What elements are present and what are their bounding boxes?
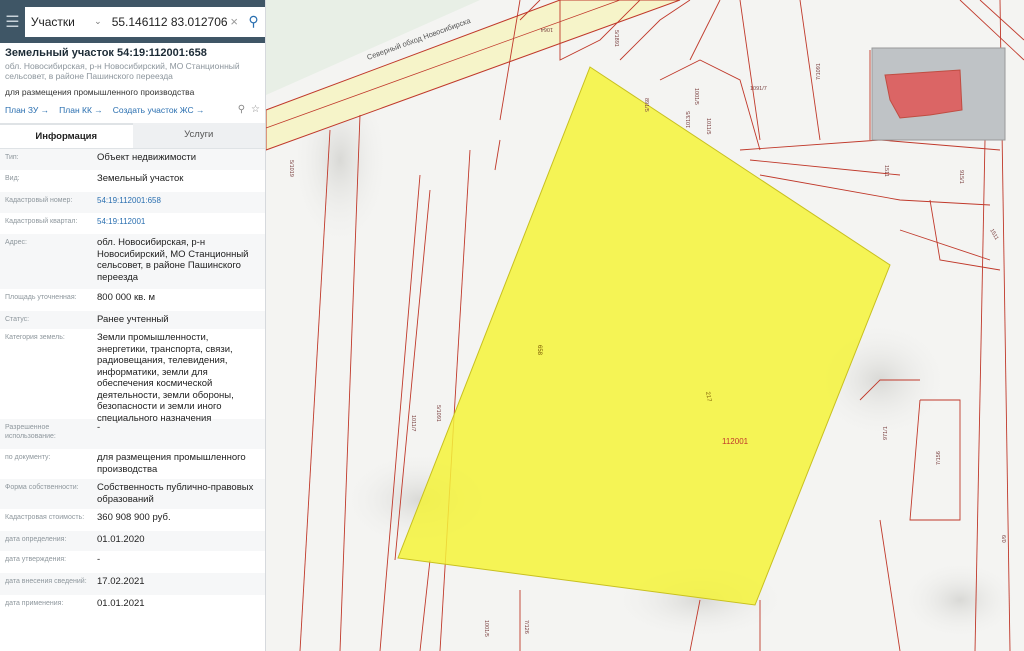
map-label: 7/156: [936, 451, 942, 465]
parcel-purpose: для размещения промышленного производств…: [5, 87, 195, 97]
map-label: 7/126: [523, 620, 529, 634]
info-row: Статус: Ранее учтенный: [0, 311, 265, 329]
info-row: дата применения: 01.01.2021: [0, 595, 265, 617]
info-row: Кадастровый номер: 54:19:112001:658: [0, 192, 265, 213]
info-value: -: [97, 554, 101, 565]
search-bar: ☰ Участки ⌄ 55.146112 83.012706 × ⚲: [0, 0, 265, 43]
info-value: обл. Новосибирская, р-н Новосибирский, М…: [97, 237, 249, 283]
parcel-title: Земельный участок 54:19:112001:658: [5, 47, 207, 59]
map-label: 5/1019: [288, 160, 294, 177]
info-row: Площадь уточненная: 800 000 кв. м: [0, 289, 265, 311]
chevron-down-icon: ⌄: [94, 16, 102, 26]
create-parcel-link[interactable]: Создать участок ЖС →: [113, 105, 205, 115]
info-key: дата утверждения:: [5, 556, 67, 563]
info-row: Тип: Объект недвижимости: [0, 149, 265, 170]
info-value: Земли промышленности, энергетики, трансп…: [97, 332, 234, 424]
map-label: 1511: [883, 165, 889, 177]
info-value: Собственность публично-правовых образова…: [97, 482, 254, 505]
info-key: Разрешенное использование:: [5, 424, 56, 440]
info-row: дата определения: 01.01.2020: [0, 531, 265, 551]
info-row: дата внесения сведений: 17.02.2021: [0, 573, 265, 595]
info-row: Разрешенное использование: -: [0, 419, 265, 449]
cadastral-quarter-link[interactable]: 54:19:112001: [93, 213, 265, 234]
cadastral-number-link[interactable]: 54:19:112001:658: [93, 192, 265, 213]
info-value: 01.01.2021: [97, 598, 145, 609]
parcel-links: План ЗУ → План КК → Создать участок ЖС →…: [0, 97, 265, 115]
info-row: Вид: Земельный участок: [0, 170, 265, 192]
info-value: для размещения промышленного производств…: [97, 452, 246, 475]
map-label: 1013/5: [686, 111, 692, 128]
info-value: Объект недвижимости: [97, 152, 197, 163]
map-label: 971/1: [883, 426, 889, 440]
tab-information[interactable]: Информация: [0, 123, 133, 148]
tabs: Информация Услуги: [0, 123, 265, 149]
category-select[interactable]: Участки ⌄: [24, 6, 108, 37]
info-row: дата утверждения: -: [0, 551, 265, 573]
tab-services[interactable]: Услуги: [132, 123, 265, 148]
zoom-to-icon[interactable]: ⚲: [238, 104, 245, 115]
info-row: Кадастровый квартал: 54:19:112001: [0, 213, 265, 234]
map-label: 1001/5: [693, 88, 699, 105]
search-icon[interactable]: ⚲: [242, 6, 265, 37]
info-row: Форма собственности: Собственность публич…: [0, 479, 265, 509]
quarter-label: 112001: [722, 437, 749, 446]
map-label: 1011/7: [410, 415, 416, 431]
map-label: 915/1: [958, 170, 964, 184]
info-value: Земельный участок: [97, 173, 184, 184]
parcel-tools: ⚲ ☆: [238, 104, 260, 115]
info-key: Статус:: [5, 316, 30, 323]
info-key: Форма собственности:: [5, 484, 79, 491]
info-key: Кадастровая стоимость:: [5, 514, 85, 521]
map-label: 6/0: [1000, 535, 1006, 543]
collapse-panel-button[interactable]: ‹: [265, 0, 266, 43]
info-value: Ранее учтенный: [97, 314, 169, 325]
info-key: по документу:: [5, 454, 51, 461]
info-row: Адрес: обл. Новосибирская, р-н Новосибирс…: [0, 234, 265, 289]
info-key: дата определения:: [5, 536, 67, 543]
red-area: [884, 69, 963, 119]
info-key: дата внесения сведений:: [5, 578, 87, 585]
info-key: Тип:: [5, 154, 19, 161]
info-sidebar: ☰ Участки ⌄ 55.146112 83.012706 × ⚲ ‹ Зе…: [0, 0, 266, 651]
info-value: 800 000 кв. м: [97, 292, 155, 303]
info-row: Категория земель: Земли промышленности, э…: [0, 329, 265, 424]
info-key: Вид:: [5, 175, 20, 182]
parcel-label-658: 658: [536, 345, 542, 356]
plan-zu-link[interactable]: План ЗУ →: [5, 105, 49, 115]
info-value: 360 908 900 руб.: [97, 512, 171, 523]
map-label: 1064: [541, 26, 553, 32]
info-row: Кадастровая стоимость: 360 908 900 руб.: [0, 509, 265, 531]
info-key: Кадастровый номер:: [5, 197, 73, 204]
info-value: 01.01.2020: [97, 534, 145, 545]
map-label: 891/5: [643, 98, 649, 112]
info-value: -: [97, 422, 101, 433]
search-input-value: 55.146112 83.012706: [111, 14, 228, 29]
info-key: Площадь уточненная:: [5, 294, 77, 301]
map-label: 7/1091: [816, 63, 822, 80]
info-key: дата применения:: [5, 600, 64, 607]
info-row: по документу: для размещения промышленног…: [0, 449, 265, 479]
map-label: 1001/5: [483, 620, 489, 637]
info-table: Тип: Объект недвижимости Вид: Земельный уч…: [0, 149, 265, 617]
info-key: Кадастровый квартал:: [5, 218, 78, 225]
category-select-value: Участки: [30, 14, 75, 29]
map-label: 1091/7: [750, 86, 767, 92]
plan-kk-link[interactable]: План КК →: [59, 105, 103, 115]
info-value: 17.02.2021: [97, 576, 145, 587]
search-input[interactable]: 55.146112 83.012706 ×: [107, 6, 243, 37]
map-label: 5/1891: [613, 30, 619, 47]
info-key: Категория земель:: [5, 334, 65, 341]
menu-icon[interactable]: ☰: [0, 0, 25, 43]
map-label: 1011/5: [705, 118, 711, 134]
parcel-address: обл. Новосибирская, р-н Новосибирский, М…: [5, 61, 240, 81]
clear-icon[interactable]: ×: [230, 14, 238, 29]
info-key: Адрес:: [5, 239, 27, 246]
star-icon[interactable]: ☆: [251, 104, 260, 115]
map-label: 5/1091: [435, 405, 441, 422]
